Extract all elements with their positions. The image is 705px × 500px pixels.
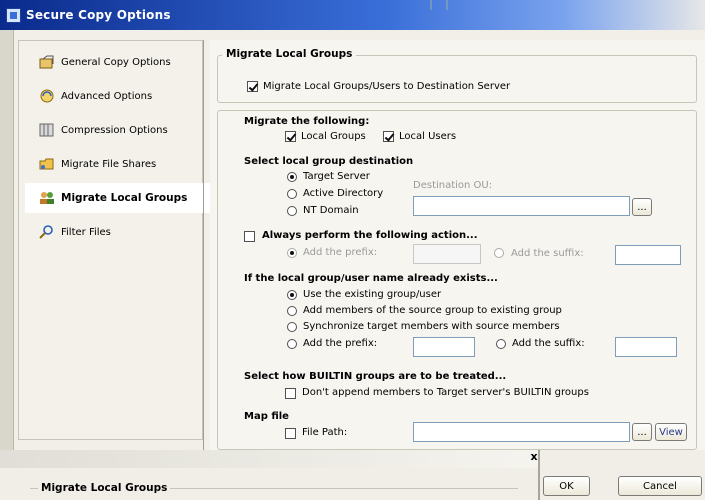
active-directory-radio[interactable] <box>287 189 297 199</box>
app-icon <box>6 8 21 23</box>
file-shares-icon <box>39 157 55 171</box>
exists-suffix-input[interactable] <box>615 337 677 357</box>
file-path-checkbox[interactable] <box>285 428 296 439</box>
active-directory-label: Active Directory <box>303 188 384 199</box>
local-groups-label: Local Groups <box>301 131 366 142</box>
always-perform-checkbox[interactable] <box>244 231 255 242</box>
local-groups-icon <box>39 191 55 205</box>
synchronize-label: Synchronize target members with source m… <box>303 321 560 332</box>
destination-heading: Select local group destination <box>244 156 414 167</box>
exists-prefix-radio[interactable] <box>287 339 297 349</box>
always-prefix-label: Add the prefix: <box>303 247 378 258</box>
migrate-following-heading: Migrate the following: <box>244 116 370 127</box>
migrate-local-groups-checkbox[interactable] <box>247 81 258 92</box>
always-suffix-label: Add the suffix: <box>511 248 584 259</box>
cancel-button[interactable]: Cancel <box>618 476 702 496</box>
second-dialog-group-title: Migrate Local Groups <box>38 482 171 494</box>
destination-ou-input[interactable] <box>413 196 630 216</box>
exists-suffix-radio[interactable] <box>496 339 506 349</box>
destination-ou-label: Destination OU: <box>413 180 493 191</box>
sidebar-item-advanced-options[interactable]: Advanced Options <box>25 81 203 111</box>
group-title: Migrate Local Groups <box>222 48 357 60</box>
migrate-local-groups-group <box>217 55 697 103</box>
sidebar-item-label: Migrate File Shares <box>61 158 157 170</box>
file-path-input[interactable] <box>413 422 630 442</box>
nt-domain-label: NT Domain <box>303 205 359 216</box>
sidebar-item-compression-options[interactable]: Compression Options <box>25 115 203 145</box>
add-members-label: Add members of the source group to exist… <box>303 305 562 316</box>
always-prefix-radio[interactable] <box>287 248 297 258</box>
sidebar-item-label: General Copy Options <box>61 56 171 68</box>
always-perform-label: Always perform the following action... <box>262 230 478 241</box>
always-suffix-radio[interactable] <box>494 248 504 258</box>
exists-prefix-input[interactable] <box>413 337 475 357</box>
add-members-radio[interactable] <box>287 306 297 316</box>
advanced-options-icon <box>39 89 55 103</box>
nt-domain-radio[interactable] <box>287 206 297 216</box>
second-dialog-title-bar[interactable] <box>0 450 540 468</box>
target-server-label: Target Server <box>303 171 370 182</box>
window-title: Secure Copy Options <box>26 8 171 22</box>
dont-append-checkbox[interactable] <box>285 388 296 399</box>
synchronize-radio[interactable] <box>287 322 297 332</box>
pane-divider <box>203 40 204 450</box>
local-users-checkbox[interactable] <box>383 131 394 142</box>
sidebar-item-general-copy-options[interactable]: General Copy Options <box>25 47 203 77</box>
resize-grip <box>430 0 448 10</box>
builtin-heading: Select how BUILTIN groups are to be trea… <box>244 371 507 382</box>
sidebar-item-label: Advanced Options <box>61 90 153 102</box>
migrate-local-groups-label: Migrate Local Groups/Users to Destinatio… <box>263 81 511 92</box>
local-groups-checkbox[interactable] <box>285 131 296 142</box>
local-users-label: Local Users <box>399 131 457 142</box>
view-button[interactable]: View <box>655 423 687 441</box>
second-dialog-edge <box>538 450 540 500</box>
destination-ou-browse-button[interactable]: ... <box>632 198 652 216</box>
exists-suffix-label: Add the suffix: <box>512 338 585 349</box>
file-path-browse-button[interactable]: ... <box>632 423 652 441</box>
sidebar-item-migrate-file-shares[interactable]: Migrate File Shares <box>25 149 203 179</box>
exists-heading: If the local group/user name already exi… <box>244 273 498 284</box>
sidebar-item-label: Filter Files <box>61 226 111 238</box>
sidebar-item-label: Compression Options <box>61 124 168 136</box>
target-server-radio[interactable] <box>287 172 297 182</box>
sidebar-item-filter-files[interactable]: Filter Files <box>25 217 203 247</box>
exists-prefix-label: Add the prefix: <box>303 338 378 349</box>
options-sidebar: General Copy Options Advanced Options Co… <box>18 40 210 440</box>
use-existing-label: Use the existing group/user <box>303 289 442 300</box>
always-suffix-input[interactable] <box>615 245 681 265</box>
filter-files-icon <box>39 225 55 239</box>
use-existing-radio[interactable] <box>287 290 297 300</box>
ok-button[interactable]: OK <box>543 476 590 496</box>
sidebar-item-label: Migrate Local Groups <box>61 192 188 204</box>
sidebar-item-migrate-local-groups[interactable]: Migrate Local Groups <box>25 183 210 213</box>
compression-icon <box>39 123 55 137</box>
general-copy-icon <box>39 55 55 69</box>
always-prefix-input[interactable] <box>413 244 481 264</box>
map-file-heading: Map file <box>244 411 289 422</box>
background-window-edge <box>0 30 14 450</box>
file-path-label: File Path: <box>302 427 348 438</box>
dont-append-label: Don't append members to Target server's … <box>302 387 589 398</box>
